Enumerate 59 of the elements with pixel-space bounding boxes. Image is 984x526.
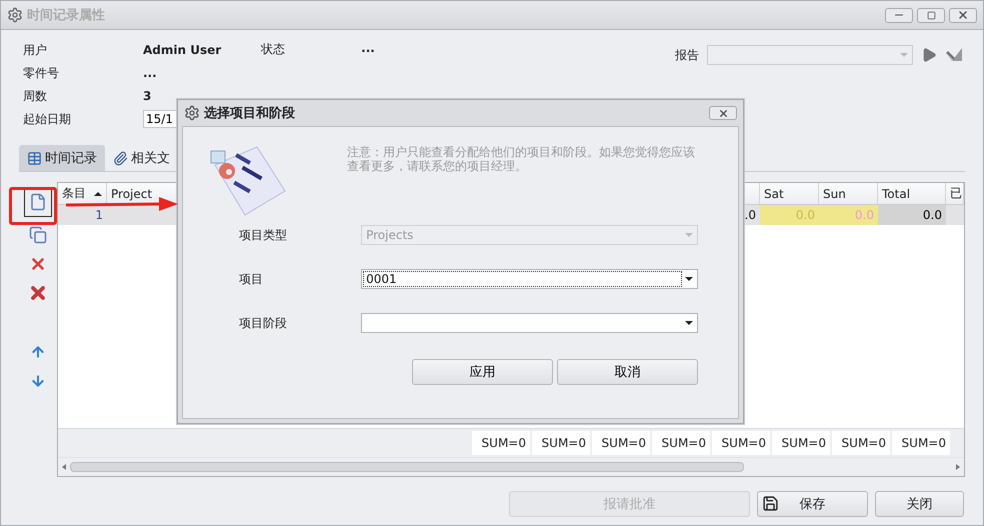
report-label: 报告 [675, 46, 699, 64]
table-cell: 0.0 [819, 205, 878, 225]
sum-cell: SUM=0 [472, 431, 530, 455]
sum-cell: SUM=0 [652, 431, 710, 455]
sum-cell: SUM=0 [532, 431, 590, 455]
new-document-icon [29, 193, 47, 211]
field-label: 用户 [23, 42, 48, 58]
column-header[interactable]: 已 [946, 183, 964, 204]
copy-icon [29, 226, 47, 244]
horizontal-scrollbar[interactable] [58, 457, 964, 476]
note-text: 注意：用户只能查看分配给他们的项目和阶段。如果您觉得您应该查看更多，请联系您的项目经理。 [347, 145, 696, 175]
copy-tool-button[interactable] [27, 224, 49, 245]
field-label: 状态 [261, 41, 286, 58]
gear-icon [7, 7, 23, 23]
paperclip-icon [113, 150, 128, 166]
field-value: Admin User [143, 43, 222, 57]
dropdown-field[interactable]: 0001 [361, 269, 698, 289]
tab[interactable]: 时间记录 [19, 145, 105, 171]
sum-cell: SUM=0 [712, 431, 770, 455]
table-cell: 0.0 [760, 205, 819, 225]
new-tool-button[interactable] [25, 188, 51, 216]
arrow-down-icon [30, 372, 46, 388]
close-button[interactable] [709, 106, 737, 120]
dialog-button[interactable]: 应用 [412, 359, 553, 385]
field-value: ... [361, 41, 375, 57]
maximize-button[interactable] [917, 8, 945, 22]
close-button[interactable] [949, 8, 977, 22]
field-label: 项目 [239, 270, 264, 288]
field-label: 项目类型 [239, 226, 288, 244]
dropdown-field[interactable] [361, 313, 698, 333]
sum-cell: SUM=0 [832, 431, 890, 455]
table-cell: 0.0 [878, 205, 946, 225]
maximize-icon [926, 10, 936, 20]
play-icon[interactable] [921, 47, 937, 63]
highlight-frame [9, 187, 57, 225]
window-title: 时间记录属性 [27, 7, 106, 24]
dialog-button[interactable]: 取消 [557, 359, 698, 385]
arrow-up-icon [30, 344, 46, 360]
field-label: 零件号 [23, 64, 60, 82]
field-label: 起始日期 [23, 110, 72, 128]
close-icon [718, 108, 728, 118]
close-icon [957, 9, 969, 21]
column-header[interactable]: Sat [760, 183, 819, 204]
field-label: 项目阶段 [239, 314, 288, 332]
tab[interactable]: 相关文 [105, 145, 178, 171]
field-value: ... [143, 66, 157, 80]
table-icon [27, 150, 42, 166]
sum-cell: SUM=0 [892, 431, 950, 455]
sum-cell: SUM=0 [592, 431, 650, 455]
footer-button[interactable]: 关闭 [875, 491, 964, 517]
field-label: 周数 [23, 88, 48, 104]
column-header[interactable]: Total [878, 183, 946, 204]
dialog-title: 选择项目和阶段 [204, 105, 296, 122]
footer-button[interactable]: 保存 [757, 491, 868, 517]
field-value: 3 [143, 89, 152, 103]
column-header[interactable]: Sun [819, 183, 878, 204]
sum-cell: SUM=0 [772, 431, 830, 455]
gear-icon [184, 105, 200, 121]
column-header[interactable]: 条目 [58, 183, 107, 204]
